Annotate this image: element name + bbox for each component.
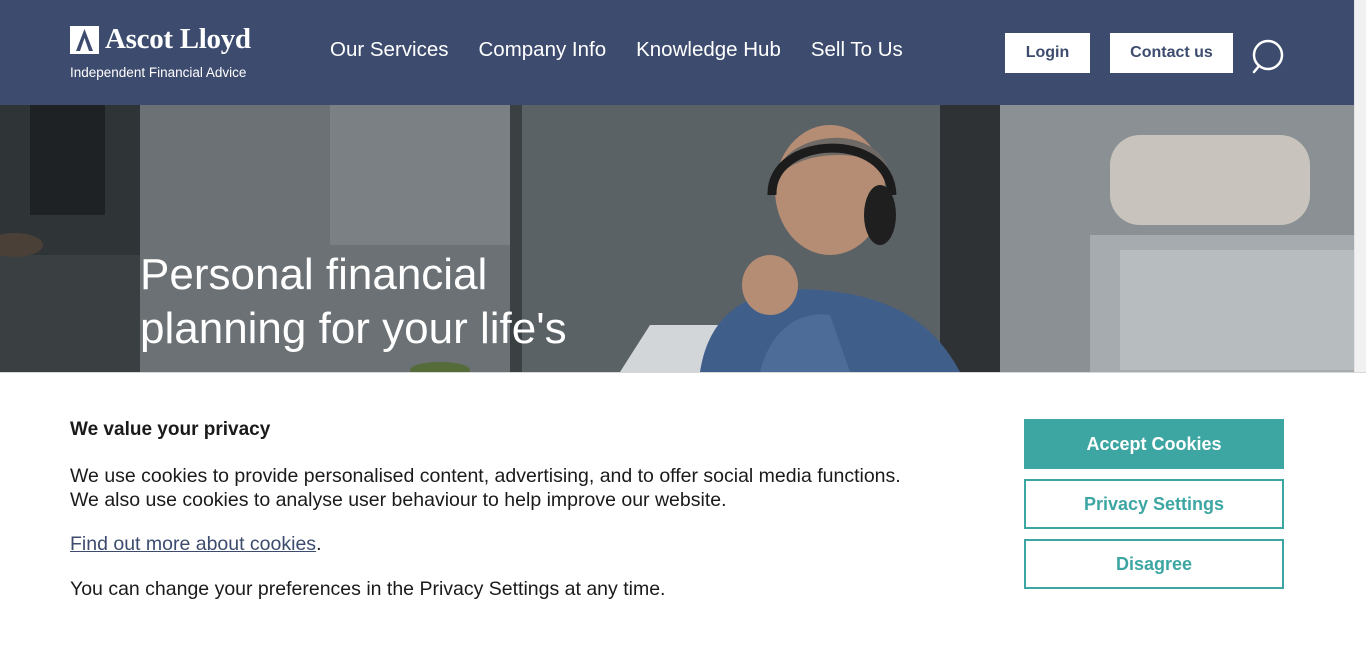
find-out-more-cookies-link[interactable]: Find out more about cookies [70,533,316,555]
search-icon[interactable] [1251,39,1287,75]
cookie-link-line: Find out more about cookies. [70,533,321,556]
cookie-preferences-note: You can change your preferences in the P… [70,578,666,600]
cookie-consent-banner: We value your privacy We use cookies to … [0,372,1366,651]
brand-logo[interactable]: Ascot Lloyd Independent Financial Advice [70,23,270,84]
site-header: Ascot Lloyd Independent Financial Advice… [0,0,1354,105]
nav-item-knowledge-hub[interactable]: Knowledge Hub [636,38,781,62]
login-button[interactable]: Login [1005,33,1090,73]
cookie-description-line-2: We also use cookies to analyse user beha… [70,489,727,511]
cookie-link-suffix: . [316,533,322,555]
nav-item-sell-to-us[interactable]: Sell To Us [811,38,903,62]
page-scrollbar[interactable] [1354,0,1366,372]
hero-title: Personal financial planning for your lif… [140,250,567,353]
cookie-heading: We value your privacy [70,419,271,440]
contact-us-button[interactable]: Contact us [1110,33,1233,73]
accept-cookies-button[interactable]: Accept Cookies [1024,419,1284,469]
nav-item-our-services[interactable]: Our Services [330,38,448,62]
brand-tagline: Independent Financial Advice [70,65,247,80]
disagree-button[interactable]: Disagree [1024,539,1284,589]
cookie-description-line-1: We use cookies to provide personalised c… [70,465,901,487]
nav-item-company-info[interactable]: Company Info [478,38,606,62]
main-nav: Our Services Company Info Knowledge Hub … [330,38,903,62]
hero-banner: Personal financial planning for your lif… [0,105,1354,372]
privacy-settings-button[interactable]: Privacy Settings [1024,479,1284,529]
logo-mark-icon [70,26,99,54]
brand-name: Ascot Lloyd [105,23,251,55]
cookie-description: We use cookies to provide personalised c… [70,464,990,512]
